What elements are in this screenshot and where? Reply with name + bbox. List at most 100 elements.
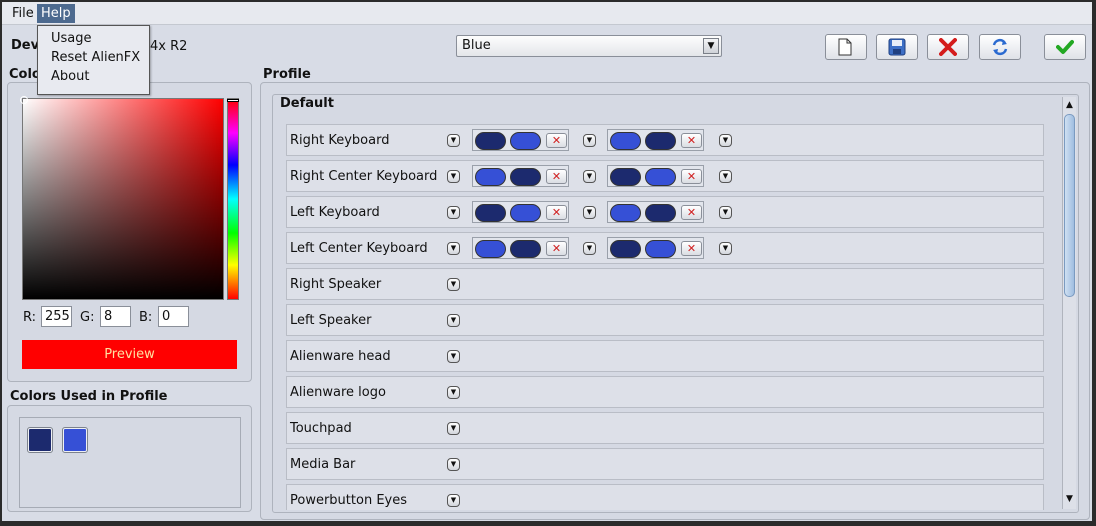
menu-help[interactable]: Help [37, 4, 75, 23]
remove-action-button[interactable]: ✕ [681, 169, 702, 184]
scroll-down-icon[interactable]: ▼ [1064, 493, 1075, 505]
chevron-down-icon[interactable]: ▼ [447, 206, 460, 219]
g-label: G: [80, 310, 95, 325]
picker-cursor[interactable] [20, 96, 28, 104]
profile-select[interactable]: Blue ▼ [456, 35, 722, 57]
new-profile-button[interactable] [825, 34, 867, 60]
chevron-down-icon[interactable]: ▼ [447, 458, 460, 471]
zone-label: Left Keyboard [290, 205, 380, 220]
chevron-down-icon[interactable]: ▼ [703, 38, 719, 54]
color-action-group: ✕ [607, 129, 704, 151]
zone-label: Alienware head [290, 349, 391, 364]
color-action-group: ✕ [472, 129, 569, 151]
apply-check-icon [1056, 40, 1074, 54]
zone-row: Powerbutton Eyes ▼ [286, 484, 1044, 510]
zone-row: Right Speaker ▼ [286, 268, 1044, 300]
profile-panel-title: Profile [263, 67, 311, 82]
r-label: R: [23, 310, 37, 325]
apply-button[interactable] [1044, 34, 1086, 60]
scroll-up-icon[interactable]: ▲ [1064, 99, 1075, 111]
chevron-down-icon[interactable]: ▼ [447, 278, 460, 291]
remove-action-button[interactable]: ✕ [546, 205, 567, 220]
menu-file[interactable]: File [8, 4, 38, 23]
zone-row: Touchpad ▼ [286, 412, 1044, 444]
zone-list: Right Keyboard ▼ ✕ ▼ ✕ ▼ Right Center Ke… [276, 110, 1051, 510]
chevron-down-icon[interactable]: ▼ [447, 314, 460, 327]
color-pill[interactable] [475, 204, 506, 222]
hue-slider[interactable] [227, 98, 239, 300]
remove-action-button[interactable]: ✕ [546, 241, 567, 256]
color-pill[interactable] [645, 168, 676, 186]
color-pill[interactable] [645, 204, 676, 222]
menu-item-usage[interactable]: Usage [51, 30, 92, 48]
color-pill[interactable] [510, 204, 541, 222]
chevron-down-icon[interactable]: ▼ [719, 134, 732, 147]
color-action-group: ✕ [607, 165, 704, 187]
color-swatch[interactable] [62, 427, 88, 453]
color-action-group: ✕ [472, 165, 569, 187]
remove-action-button[interactable]: ✕ [681, 241, 702, 256]
chevron-down-icon[interactable]: ▼ [583, 206, 596, 219]
zone-row: Left Speaker ▼ [286, 304, 1044, 336]
zone-label: Touchpad [290, 421, 352, 436]
zone-row: Right Center Keyboard ▼ ✕ ▼ ✕ ▼ [286, 160, 1044, 192]
refresh-icon [992, 38, 1008, 56]
menu-item-reset-alienfx[interactable]: Reset AlienFX [51, 49, 140, 67]
remove-action-button[interactable]: ✕ [681, 133, 702, 148]
chevron-down-icon[interactable]: ▼ [447, 242, 460, 255]
zone-label: Media Bar [290, 457, 356, 472]
color-pill[interactable] [645, 132, 676, 150]
color-pill[interactable] [610, 240, 641, 258]
scrollbar-thumb[interactable] [1064, 114, 1075, 297]
chevron-down-icon[interactable]: ▼ [447, 422, 460, 435]
chevron-down-icon[interactable]: ▼ [583, 242, 596, 255]
used-colors-box [19, 417, 241, 508]
zone-label: Powerbutton Eyes [290, 493, 407, 508]
green-input[interactable]: 8 [100, 306, 131, 327]
color-pill[interactable] [510, 240, 541, 258]
chevron-down-icon[interactable]: ▼ [447, 170, 460, 183]
color-pill[interactable] [610, 132, 641, 150]
color-pill[interactable] [510, 168, 541, 186]
color-action-group: ✕ [472, 201, 569, 223]
color-pill[interactable] [510, 132, 541, 150]
blue-input[interactable]: 0 [158, 306, 189, 327]
default-group-title: Default [280, 96, 334, 111]
delete-profile-button[interactable] [927, 34, 969, 60]
zone-label: Right Speaker [290, 277, 382, 292]
color-swatch[interactable] [27, 427, 53, 453]
chevron-down-icon[interactable]: ▼ [719, 170, 732, 183]
menu-item-about[interactable]: About [51, 68, 89, 86]
chevron-down-icon[interactable]: ▼ [447, 386, 460, 399]
color-pill[interactable] [610, 168, 641, 186]
color-pill[interactable] [475, 240, 506, 258]
color-pill[interactable] [475, 168, 506, 186]
chevron-down-icon[interactable]: ▼ [447, 494, 460, 507]
chevron-down-icon[interactable]: ▼ [583, 170, 596, 183]
remove-action-button[interactable]: ✕ [546, 169, 567, 184]
zone-row: Alienware head ▼ [286, 340, 1044, 372]
remove-action-button[interactable]: ✕ [546, 133, 567, 148]
remove-action-button[interactable]: ✕ [681, 205, 702, 220]
zone-label: Alienware logo [290, 385, 386, 400]
red-input[interactable]: 255 [41, 306, 72, 327]
used-colors-title: Colors Used in Profile [10, 389, 168, 404]
chevron-down-icon[interactable]: ▼ [447, 134, 460, 147]
color-pill[interactable] [475, 132, 506, 150]
zone-row: Media Bar ▼ [286, 448, 1044, 480]
chevron-down-icon[interactable]: ▼ [583, 134, 596, 147]
delete-icon [939, 38, 957, 56]
color-action-group: ✕ [472, 237, 569, 259]
color-pill[interactable] [610, 204, 641, 222]
save-profile-button[interactable] [876, 34, 918, 60]
hue-slider-thumb[interactable] [227, 99, 239, 102]
saturation-value-picker[interactable] [20, 96, 224, 300]
preview-button[interactable]: Preview [22, 340, 237, 369]
vertical-scrollbar[interactable]: ▲ ▼ [1062, 97, 1076, 509]
chevron-down-icon[interactable]: ▼ [447, 350, 460, 363]
chevron-down-icon[interactable]: ▼ [719, 242, 732, 255]
chevron-down-icon[interactable]: ▼ [719, 206, 732, 219]
refresh-button[interactable] [979, 34, 1021, 60]
color-pill[interactable] [645, 240, 676, 258]
help-dropdown: Usage Reset AlienFX About [37, 25, 150, 95]
